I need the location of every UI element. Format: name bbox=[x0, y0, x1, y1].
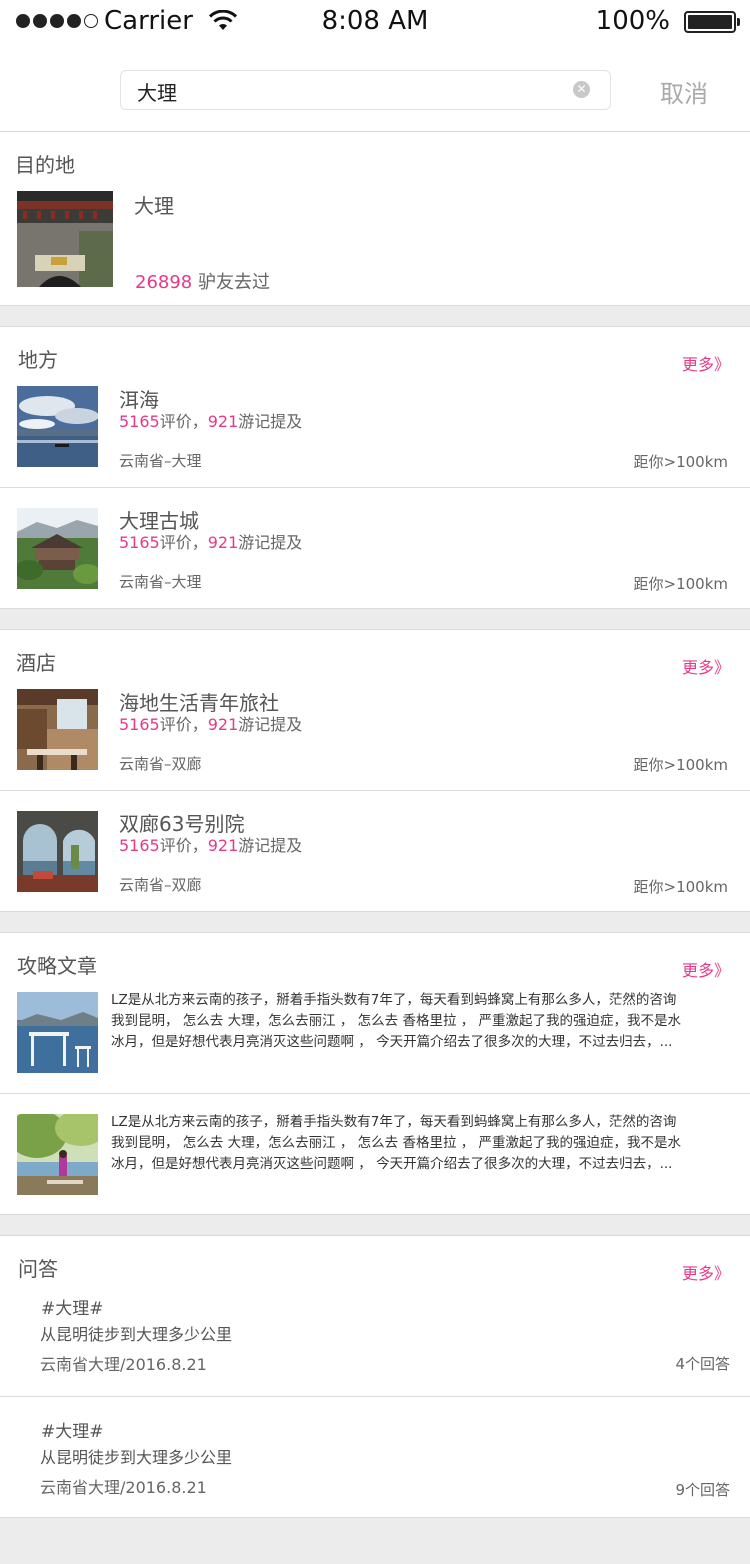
reviews-count: 5165 bbox=[119, 412, 160, 431]
destination-name[interactable]: 大理 bbox=[134, 190, 174, 219]
visitors-label: 驴友去过 bbox=[192, 272, 270, 293]
place-location: 云南省–大理 bbox=[119, 452, 202, 470]
hotel-thumbnail bbox=[17, 811, 98, 892]
articles-section-title: 攻略文章 bbox=[17, 954, 97, 978]
hotel-distance: 距你>100km bbox=[633, 756, 729, 774]
article-excerpt-line: LZ是从北方来云南的孩子，掰着手指头数有7年了，每天看到蚂蜂窝上有那么多人，茫然… bbox=[111, 1114, 677, 1130]
place-distance: 距你>100km bbox=[633, 453, 729, 471]
divider bbox=[0, 487, 750, 488]
places-section: 地方 更多》 洱海 5165评价，921游记提及 云南省–大理 距你>100km… bbox=[0, 326, 750, 609]
article-thumbnail bbox=[17, 992, 98, 1073]
app-screen: Carrier 8:08 AM 100% 大理 ✕ 取消 目的地 大理 2689… bbox=[0, 0, 750, 1564]
articles-more-link[interactable]: 更多》 bbox=[682, 957, 730, 981]
cancel-button[interactable]: 取消 bbox=[660, 74, 708, 109]
place-distance: 距你>100km bbox=[633, 575, 729, 593]
mentions-label: 游记提及 bbox=[238, 836, 303, 855]
divider bbox=[0, 1093, 750, 1094]
clear-icon[interactable]: ✕ bbox=[573, 81, 590, 98]
reviews-count: 5165 bbox=[119, 715, 160, 734]
mentions-label: 游记提及 bbox=[238, 533, 303, 552]
status-bar: Carrier 8:08 AM 100% bbox=[0, 0, 750, 44]
article-excerpt: LZ是从北方来云南的孩子，掰着手指头数有7年了，每天看到蚂蜂窝上有那么多人，茫然… bbox=[111, 1112, 711, 1175]
mentions-count: 921 bbox=[207, 533, 239, 552]
hotel-distance: 距你>100km bbox=[633, 878, 729, 896]
article-excerpt-line: 冰月，但是好想代表月亮消灭这些问题啊 ， 今天开篇介绍去了很多次的大理，不过去归… bbox=[111, 1156, 673, 1172]
hotel-stats: 5165评价，921游记提及 bbox=[119, 711, 302, 735]
article-excerpt: LZ是从北方来云南的孩子，掰着手指头数有7年了，每天看到蚂蜂窝上有那么多人，茫然… bbox=[111, 990, 711, 1053]
qa-meta: 云南省大理/2016.8.21 bbox=[40, 1478, 207, 1497]
reviews-count: 5165 bbox=[119, 836, 160, 855]
place-stats: 5165评价，921游记提及 bbox=[119, 529, 302, 553]
visitors-count: 26898 bbox=[135, 272, 193, 293]
qa-question: 从昆明徒步到大理多少公里 bbox=[40, 1325, 233, 1344]
mentions-count: 921 bbox=[207, 836, 239, 855]
qa-answer-count: 9个回答 bbox=[675, 1481, 730, 1499]
hotel-stats: 5165评价，921游记提及 bbox=[119, 832, 302, 856]
battery-percentage: 100% bbox=[595, 6, 670, 36]
mentions-label: 游记提及 bbox=[238, 715, 303, 734]
hotel-thumbnail bbox=[17, 689, 98, 770]
hotels-section: 酒店 更多》 海地生活青年旅社 5165评价，921游记提及 云南省–双廊 距你… bbox=[0, 629, 750, 912]
place-thumbnail bbox=[17, 386, 98, 467]
articles-section: 攻略文章 更多》 LZ是从北方来云南的孩子，掰着手指头数有7年了，每天看到蚂蜂窝… bbox=[0, 932, 750, 1215]
place-thumbnail bbox=[17, 508, 98, 589]
place-stats: 5165评价，921游记提及 bbox=[119, 408, 302, 432]
places-more-link[interactable]: 更多》 bbox=[682, 351, 730, 375]
qa-meta: 云南省大理/2016.8.21 bbox=[40, 1355, 207, 1374]
destination-thumbnail[interactable] bbox=[17, 191, 113, 287]
qa-more-link[interactable]: 更多》 bbox=[682, 1260, 730, 1284]
reviews-label: 评价， bbox=[159, 412, 208, 431]
qa-section: 问答 更多》 #大理# 从昆明徒步到大理多少公里 云南省大理/2016.8.21… bbox=[0, 1235, 750, 1518]
hotel-location: 云南省–双廊 bbox=[119, 755, 202, 773]
search-bar: 大理 ✕ 取消 bbox=[0, 44, 750, 132]
qa-section-title: 问答 bbox=[18, 1257, 58, 1281]
battery-icon bbox=[684, 11, 740, 33]
article-excerpt-line: 冰月，但是好想代表月亮消灭这些问题啊 ， 今天开篇介绍去了很多次的大理，不过去归… bbox=[111, 1034, 673, 1050]
place-location: 云南省–大理 bbox=[119, 573, 202, 591]
reviews-count: 5165 bbox=[119, 533, 160, 552]
destination-section: 目的地 大理 26898 驴友去过 bbox=[0, 131, 750, 306]
mentions-count: 921 bbox=[207, 412, 239, 431]
reviews-label: 评价， bbox=[159, 715, 208, 734]
qa-answer-count: 4个回答 bbox=[675, 1355, 730, 1373]
destination-visitors: 26898 驴友去过 bbox=[135, 268, 270, 294]
qa-tag: #大理# bbox=[41, 1299, 104, 1319]
hotels-section-title: 酒店 bbox=[16, 651, 56, 675]
article-excerpt-line: LZ是从北方来云南的孩子，掰着手指头数有7年了，每天看到蚂蜂窝上有那么多人，茫然… bbox=[111, 992, 677, 1008]
article-excerpt-line: 我到昆明， 怎么去 大理，怎么去丽江 ， 怎么去 香格里拉 ， 严重激起了我的强… bbox=[111, 1013, 682, 1029]
reviews-label: 评价， bbox=[159, 533, 208, 552]
search-input[interactable]: 大理 ✕ bbox=[120, 70, 611, 110]
places-section-title: 地方 bbox=[18, 348, 58, 372]
qa-question: 从昆明徒步到大理多少公里 bbox=[40, 1448, 233, 1467]
mentions-label: 游记提及 bbox=[238, 412, 303, 431]
hotels-more-link[interactable]: 更多》 bbox=[682, 654, 730, 678]
destination-section-title: 目的地 bbox=[15, 153, 75, 177]
article-thumbnail bbox=[17, 1114, 98, 1195]
mentions-count: 921 bbox=[207, 715, 239, 734]
qa-tag: #大理# bbox=[41, 1422, 104, 1442]
hotel-location: 云南省–双廊 bbox=[119, 876, 202, 894]
article-excerpt-line: 我到昆明， 怎么去 大理，怎么去丽江 ， 怎么去 香格里拉 ， 严重激起了我的强… bbox=[111, 1135, 682, 1151]
divider bbox=[0, 790, 750, 791]
search-input-value: 大理 bbox=[137, 81, 177, 105]
divider bbox=[0, 1396, 750, 1397]
reviews-label: 评价， bbox=[159, 836, 208, 855]
